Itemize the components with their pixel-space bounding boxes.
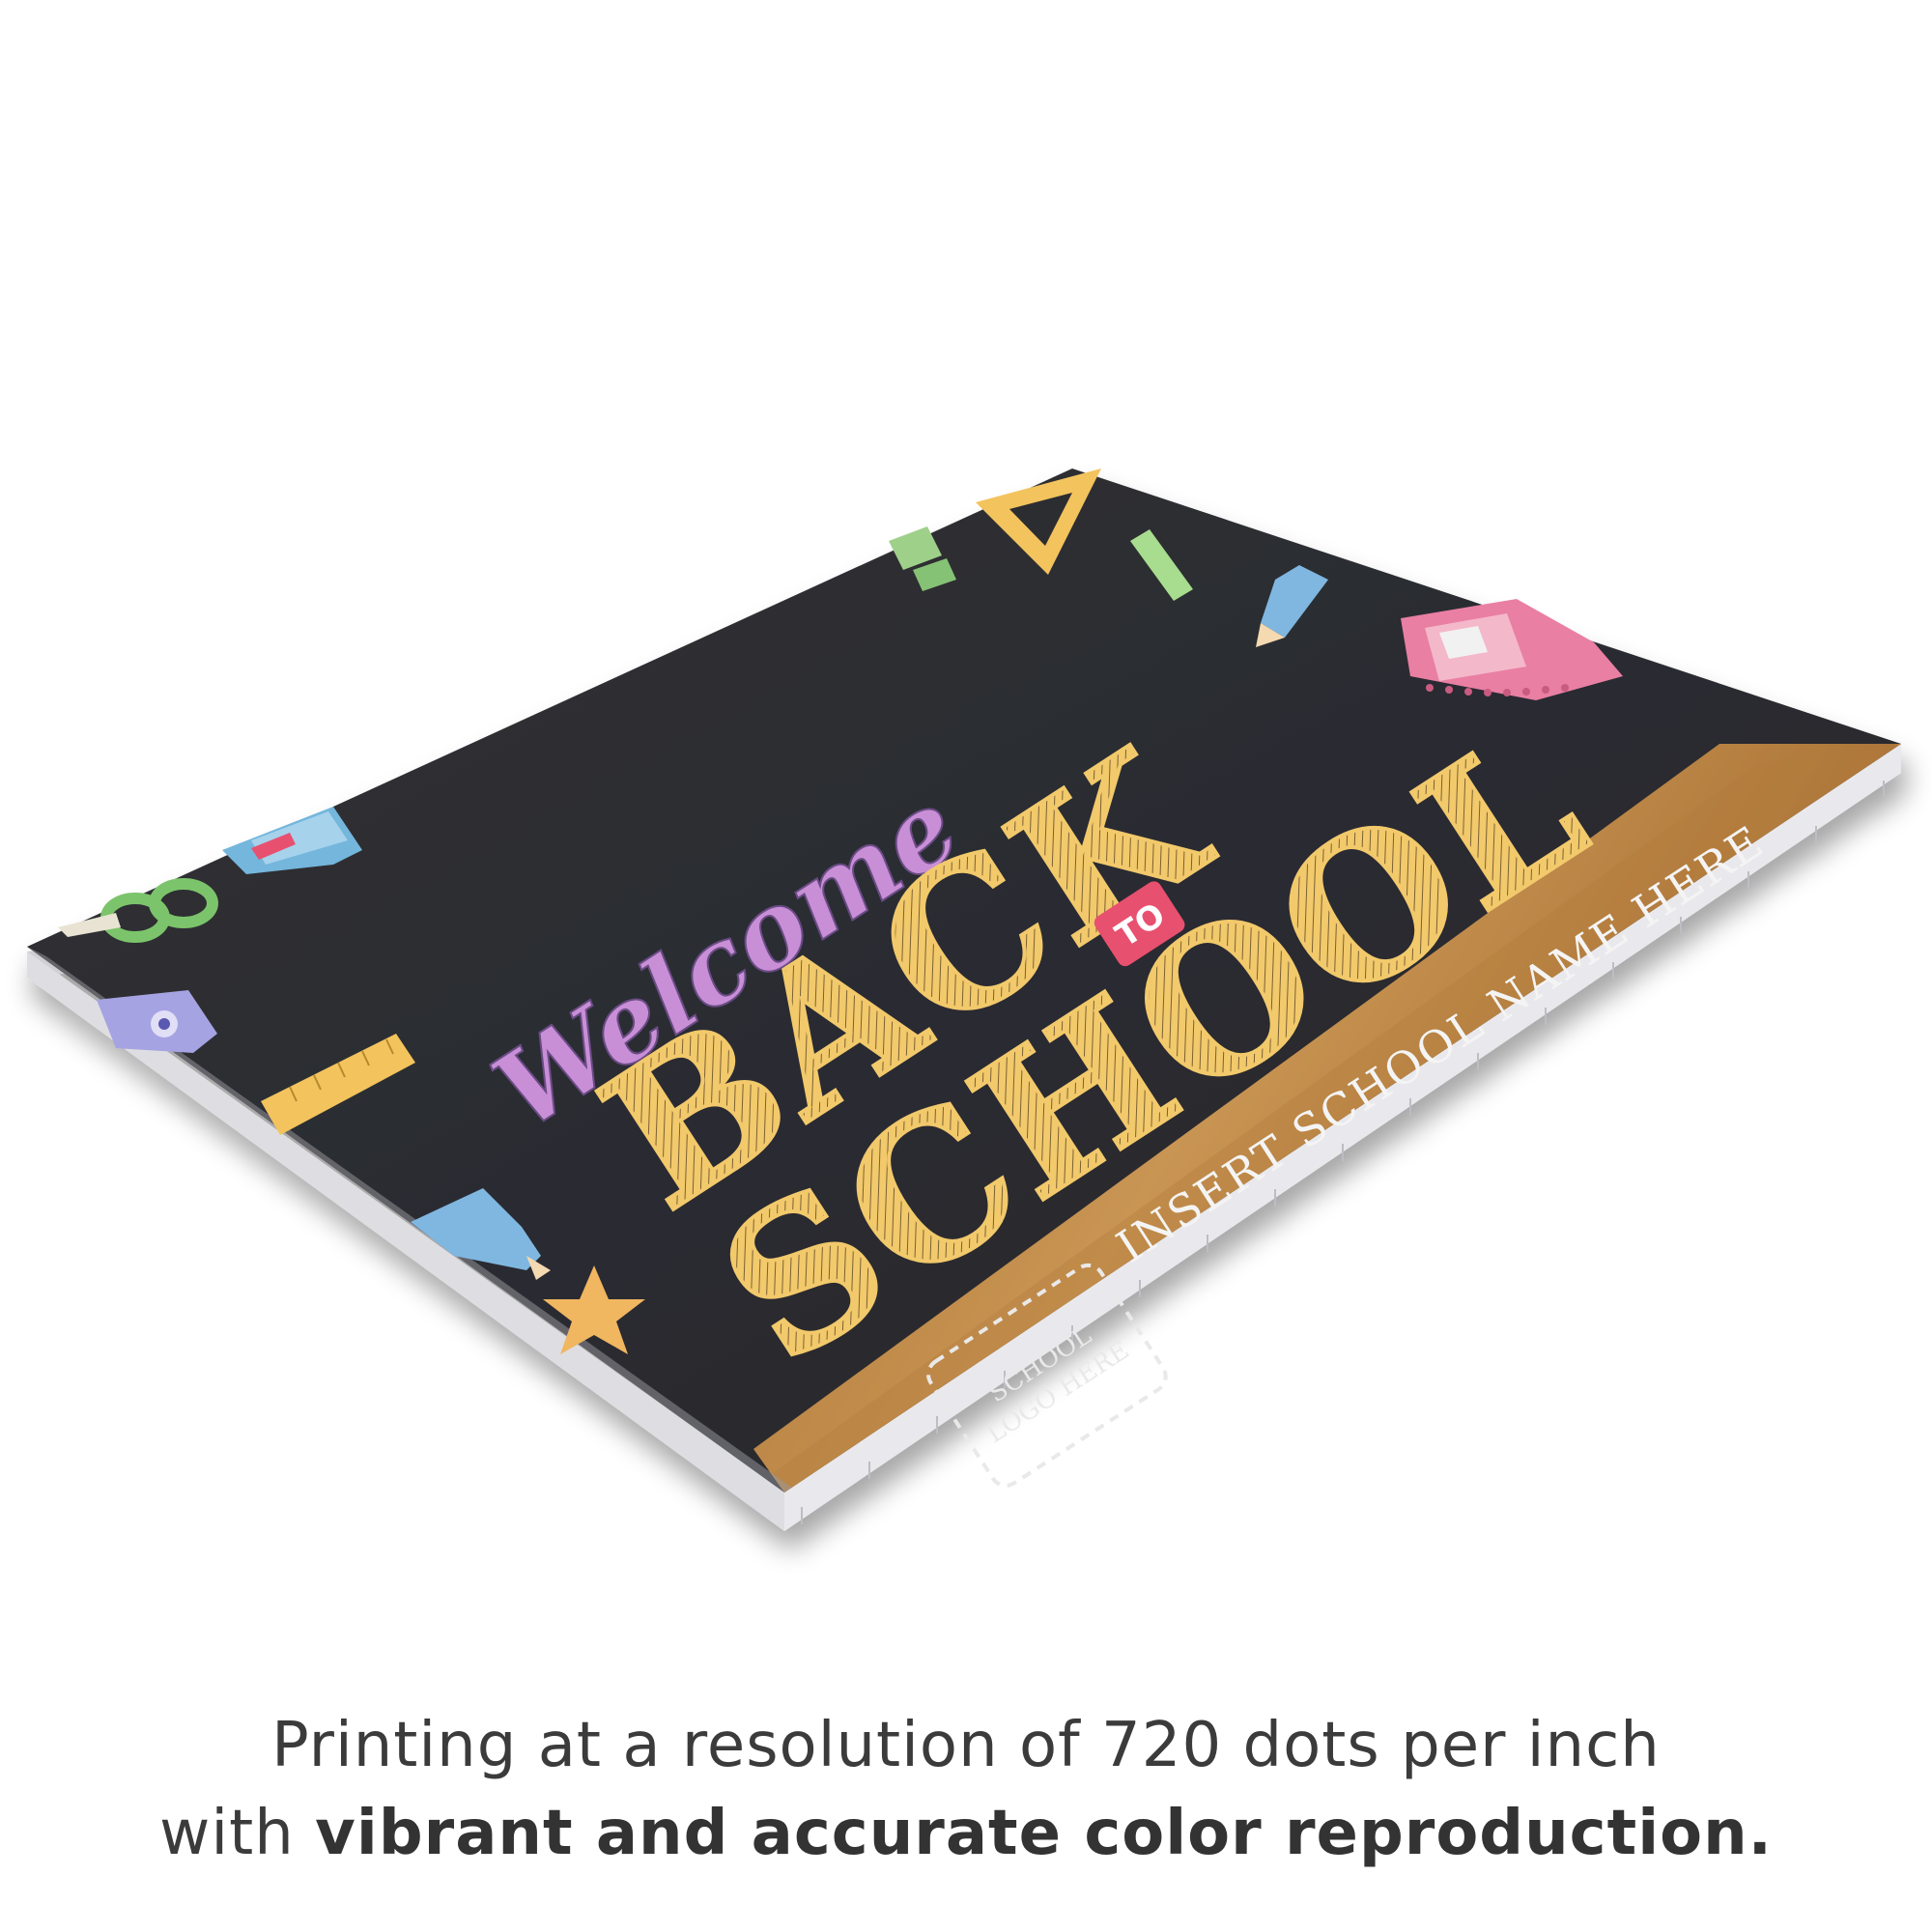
caption-line-2-prefix: with [159, 1798, 316, 1869]
product-image: Welcome BACK TO SCHOOL INSERT SCHOOL NAM… [0, 0, 1932, 1932]
caption-line-1: Printing at a resolution of 720 dots per… [0, 1715, 1932, 1776]
caption-line-2: with vibrant and accurate color reproduc… [0, 1803, 1932, 1864]
sign-illustration: Welcome BACK TO SCHOOL INSERT SCHOOL NAM… [27, 469, 1901, 1531]
caption-line-2-bold: vibrant and accurate color reproduction. [315, 1798, 1773, 1869]
caption-line-1-text: Printing at a resolution of 720 dots per… [271, 1710, 1661, 1781]
